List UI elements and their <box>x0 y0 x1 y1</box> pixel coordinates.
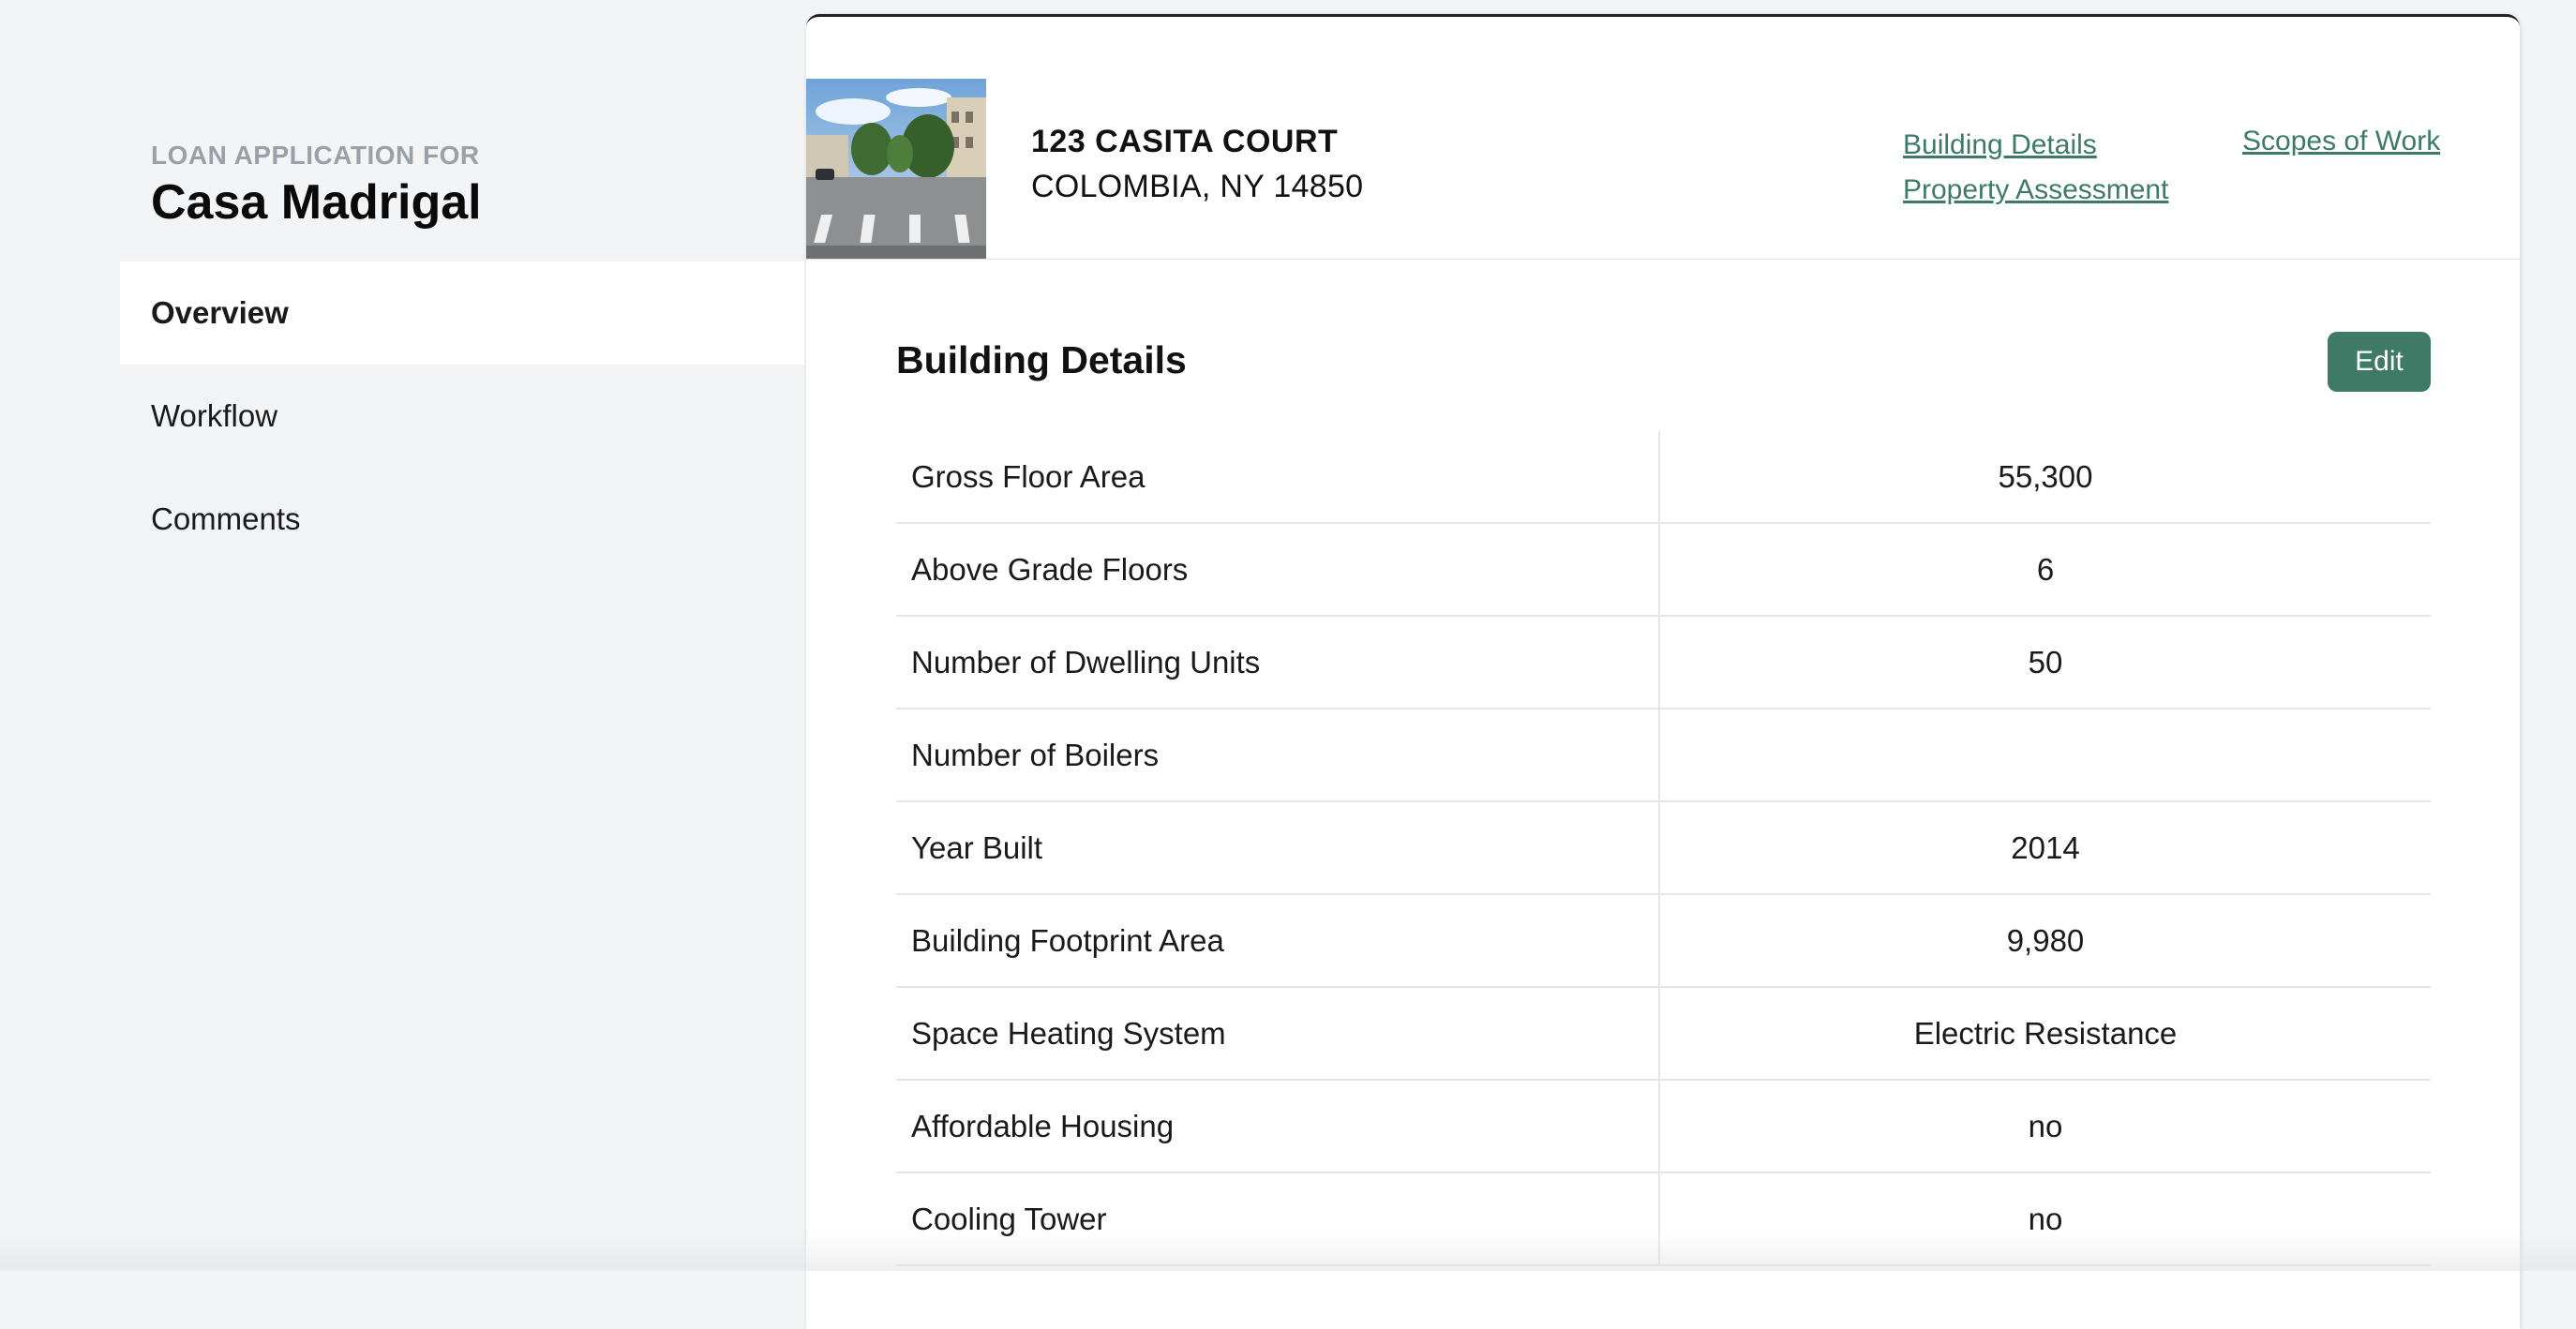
property-card: 123 CASITA COURT COLOMBIA, NY 14850 Buil… <box>806 14 2520 1329</box>
property-photo <box>806 79 986 259</box>
loan-application-eyebrow: LOAN APPLICATION FOR <box>151 141 480 171</box>
sidebar-nav: Overview Workflow Comments <box>120 261 804 571</box>
row-value: 50 <box>1660 617 2431 708</box>
property-assessment-link[interactable]: Property Assessment <box>1903 174 2168 206</box>
row-value: 9,980 <box>1660 895 2431 986</box>
building-details-link[interactable]: Building Details <box>1903 129 2097 161</box>
sidebar-item-comments[interactable]: Comments <box>120 468 804 571</box>
row-label: Affordable Housing <box>896 1081 1660 1172</box>
row-label: Building Footprint Area <box>896 895 1660 986</box>
table-row: Number of Boilers <box>896 709 2431 802</box>
row-value: 55,300 <box>1660 431 2431 522</box>
address-street: 123 CASITA COURT <box>1031 124 1338 160</box>
row-value: Electric Resistance <box>1660 988 2431 1079</box>
row-value <box>1660 709 2431 800</box>
table-row: Number of Dwelling Units 50 <box>896 617 2431 709</box>
row-label: Number of Boilers <box>896 709 1660 800</box>
table-row: Cooling Tower no <box>896 1173 2431 1266</box>
table-row: Affordable Housing no <box>896 1081 2431 1173</box>
table-row: Building Footprint Area 9,980 <box>896 895 2431 988</box>
table-row: Gross Floor Area 55,300 <box>896 431 2431 524</box>
row-label: Above Grade Floors <box>896 524 1660 615</box>
application-title: Casa Madrigal <box>151 174 482 231</box>
building-details-table: Gross Floor Area 55,300 Above Grade Floo… <box>896 431 2431 1266</box>
table-row: Year Built 2014 <box>896 802 2431 895</box>
row-value: no <box>1660 1173 2431 1264</box>
row-value: no <box>1660 1081 2431 1172</box>
building-details-heading: Building Details <box>896 338 1187 382</box>
row-label: Year Built <box>896 802 1660 893</box>
scopes-of-work-link[interactable]: Scopes of Work <box>2242 126 2440 157</box>
sidebar-item-overview[interactable]: Overview <box>120 261 804 365</box>
sidebar: LOAN APPLICATION FOR Casa Madrigal Overv… <box>120 0 804 1271</box>
table-row: Space Heating System Electric Resistance <box>896 988 2431 1081</box>
row-value: 2014 <box>1660 802 2431 893</box>
sidebar-item-workflow[interactable]: Workflow <box>120 365 804 468</box>
row-label: Cooling Tower <box>896 1173 1660 1264</box>
row-label: Number of Dwelling Units <box>896 617 1660 708</box>
row-label: Gross Floor Area <box>896 431 1660 522</box>
property-header: 123 CASITA COURT COLOMBIA, NY 14850 Buil… <box>806 17 2520 260</box>
row-label: Space Heating System <box>896 988 1660 1079</box>
table-row: Above Grade Floors 6 <box>896 524 2431 617</box>
address-city-state-zip: COLOMBIA, NY 14850 <box>1031 169 1363 205</box>
row-value: 6 <box>1660 524 2431 615</box>
edit-button[interactable]: Edit <box>2328 332 2431 392</box>
